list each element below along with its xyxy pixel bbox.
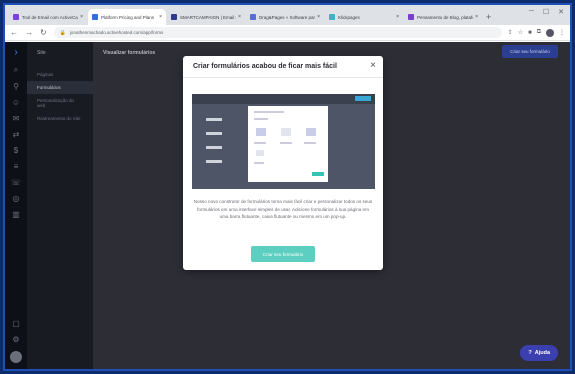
modal-description: Nosso novo construtor de formulários tor…: [193, 199, 373, 219]
tab-favicon: [13, 14, 19, 20]
website-icon[interactable]: ◎: [5, 190, 27, 206]
tab-favicon: [329, 14, 335, 20]
conversations-icon[interactable]: ☏: [5, 174, 27, 190]
puzzle-icon[interactable]: ⧉: [537, 29, 541, 36]
browser-tab[interactable]: SMARTCAMPAIGN | Email M ×: [167, 9, 245, 25]
logo-icon[interactable]: ›: [5, 42, 27, 62]
reports-icon[interactable]: ▥: [5, 206, 27, 222]
site-subnav: Site Páginas Formulários Personalização …: [27, 42, 93, 369]
preview-row: [206, 132, 222, 135]
lists-icon[interactable]: ≡: [5, 158, 27, 174]
extensions-area: ⇪ ☆ ■ ⧉ ⋮: [508, 28, 565, 37]
subnav-item-web-personalization[interactable]: Personalização do web: [27, 94, 93, 112]
browser-toolbar: ← → ↻ 🔒 jonathenmachado.activehosted.com…: [5, 25, 570, 41]
pages-icon[interactable]: ▢: [5, 315, 27, 331]
preview-row: [206, 118, 222, 121]
tab-favicon: [92, 14, 98, 20]
forward-icon[interactable]: →: [25, 28, 33, 37]
help-label: Ajuda: [534, 350, 550, 356]
settings-icon[interactable]: ⚙: [5, 331, 27, 347]
browser-tab-strip: Tool de Email com ActiveCampai×Platform …: [5, 5, 570, 25]
tab-close-icon[interactable]: ×: [80, 14, 83, 20]
share-icon[interactable]: ⇪: [508, 29, 513, 36]
automation-icon[interactable]: ⇄: [5, 126, 27, 142]
browser-tab[interactable]: Klickpages ×: [325, 9, 403, 25]
preview-card: [306, 128, 316, 136]
subnav-header: Site: [37, 50, 46, 56]
help-icon: ?: [528, 350, 532, 356]
close-window-icon[interactable]: ✕: [558, 8, 564, 16]
tab-favicon: [171, 14, 177, 20]
close-icon[interactable]: ×: [370, 60, 376, 71]
tab-close-icon[interactable]: ×: [475, 14, 478, 20]
tab-favicon: [250, 14, 256, 20]
menu-icon[interactable]: ⋮: [559, 29, 565, 36]
tab-title: Klickpages: [338, 14, 360, 20]
preview-row: [206, 160, 222, 163]
preview-line: [254, 111, 284, 113]
reload-icon[interactable]: ↻: [40, 28, 47, 37]
icon-rail: › ⌕ ⚲ ☺ ✉ ⇄ $ ≡ ☏ ◎ ▥ ▢ ⚙: [5, 42, 27, 369]
browser-tab[interactable]: Platform Pricing and Plans ×: [88, 9, 166, 25]
tab-title: SMARTCAMPAIGN | Email M: [180, 14, 237, 20]
deals-icon[interactable]: $: [5, 142, 27, 158]
preview-topbar: [192, 94, 375, 104]
tab-title: Platform Pricing and Plans: [101, 14, 155, 20]
maximize-icon[interactable]: ☐: [543, 8, 549, 16]
preview-line: [304, 142, 316, 144]
create-form-button[interactable]: Criar seu formulário: [502, 45, 558, 58]
tab-close-icon[interactable]: ×: [396, 14, 399, 20]
preview-row: [206, 146, 222, 149]
modal-title: Criar formulários acabou de ficar mais f…: [193, 63, 337, 70]
help-button[interactable]: ? Ajuda: [520, 345, 558, 361]
tab-title: Pensamento de Blog, plataformas: [417, 14, 473, 20]
preview-line: [254, 162, 264, 164]
browser-tab[interactable]: Drag&Pages » Software para cria×: [246, 9, 324, 25]
star-icon[interactable]: ☆: [518, 29, 523, 36]
preview-card: [256, 150, 264, 156]
preview-button: [355, 96, 371, 101]
lock-icon: 🔒: [59, 29, 66, 36]
url-text: jonathenmachado.activehosted.com/app/for…: [69, 30, 164, 35]
window-controls: ─ ☐ ✕: [529, 8, 564, 16]
address-bar[interactable]: 🔒 jonathenmachado.activehosted.com/app/f…: [53, 27, 502, 38]
preview-dialog: [248, 106, 328, 182]
location-icon[interactable]: ⚲: [5, 78, 27, 94]
browser-tab[interactable]: Tool de Email com ActiveCampai×: [9, 9, 87, 25]
preview-primary-button: [312, 172, 324, 176]
email-icon[interactable]: ✉: [5, 110, 27, 126]
new-tab-button[interactable]: +: [486, 9, 491, 25]
search-icon[interactable]: ⌕: [5, 62, 27, 78]
contacts-icon[interactable]: ☺: [5, 94, 27, 110]
tab-close-icon[interactable]: ×: [238, 14, 241, 20]
page-title: Visualizar formulários: [103, 50, 156, 56]
preview-line: [280, 142, 292, 144]
form-builder-preview-image: [192, 94, 375, 189]
subnav-item-site-tracking[interactable]: Rastreamento do Site: [27, 112, 93, 125]
tab-title: Tool de Email com ActiveCampai: [22, 14, 78, 20]
tab-title: Drag&Pages » Software para cria: [259, 14, 315, 20]
tab-close-icon[interactable]: ×: [159, 14, 162, 20]
back-icon[interactable]: ←: [10, 28, 18, 37]
create-form-cta-button[interactable]: Criar seu formulário: [251, 246, 315, 262]
profile-avatar[interactable]: [546, 28, 554, 37]
extension-icon[interactable]: ■: [528, 30, 532, 36]
subnav-item-pages[interactable]: Páginas: [27, 68, 93, 81]
preview-card: [256, 128, 266, 136]
preview-line: [254, 142, 266, 144]
tab-close-icon[interactable]: ×: [317, 14, 320, 20]
subnav-item-forms[interactable]: Formulários: [27, 81, 93, 94]
tab-favicon: [408, 14, 414, 20]
preview-line: [254, 118, 268, 120]
minimize-icon[interactable]: ─: [529, 8, 534, 16]
new-forms-modal: Criar formulários acabou de ficar mais f…: [183, 56, 383, 270]
preview-card: [281, 128, 291, 136]
user-avatar[interactable]: [10, 351, 22, 363]
browser-tab[interactable]: Pensamento de Blog, plataformas×: [404, 9, 482, 25]
modal-divider: [183, 77, 383, 78]
